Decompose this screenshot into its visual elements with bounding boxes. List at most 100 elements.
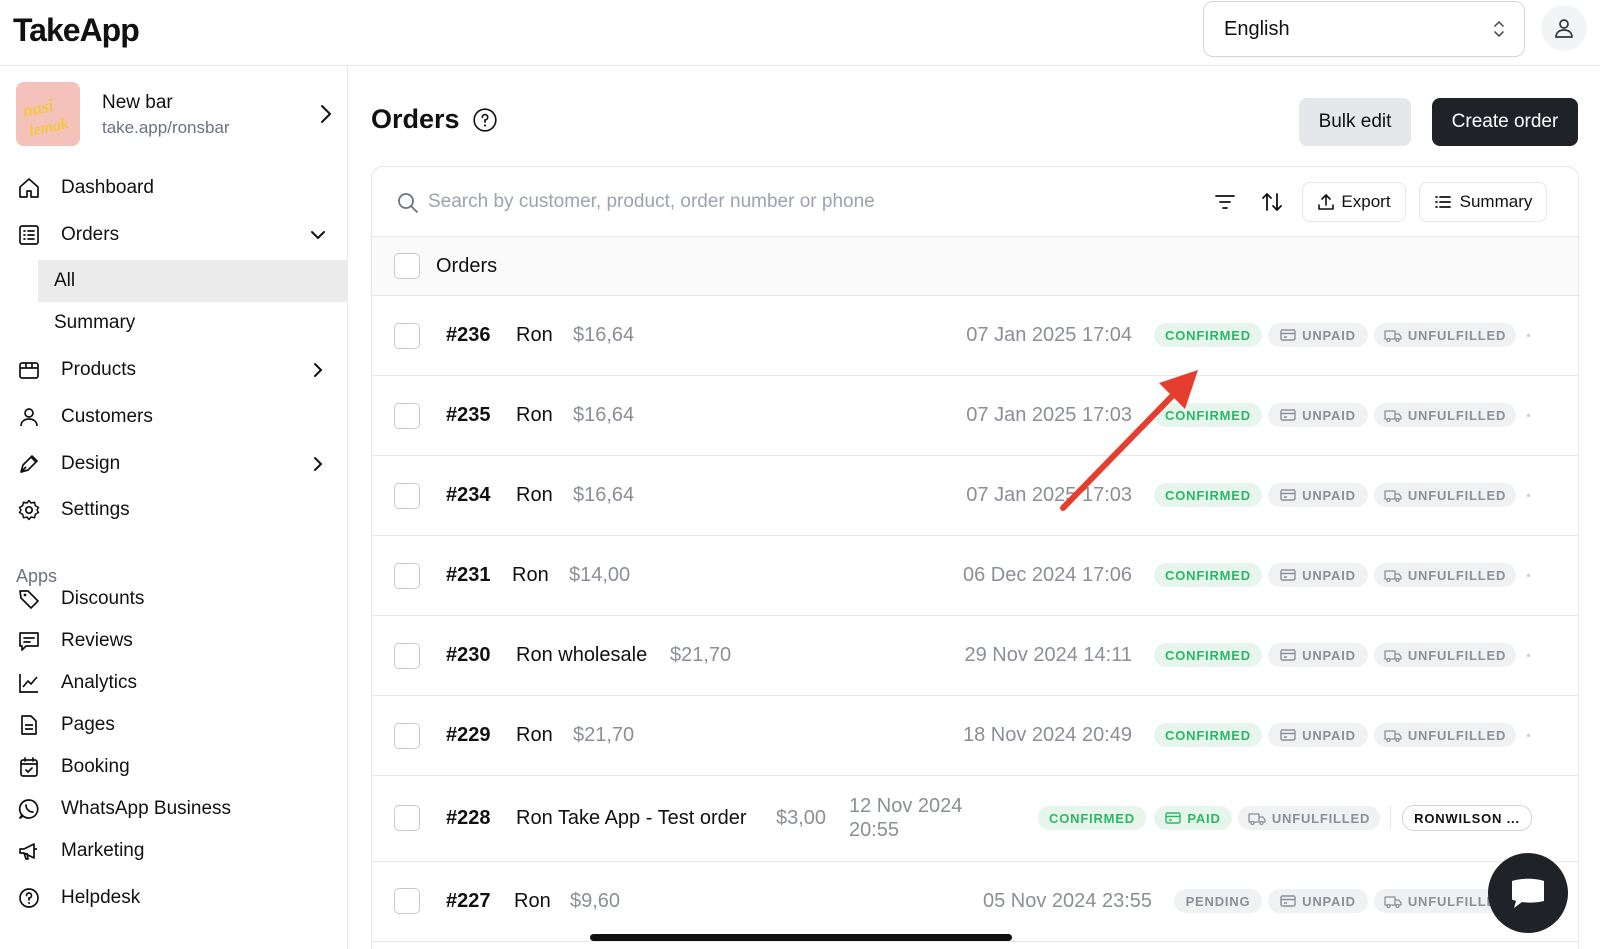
app-logo[interactable]: TakeApp	[13, 12, 140, 49]
sidebar-item-label: Settings	[61, 499, 130, 520]
table-row[interactable]: #228 Ron Take App - Test order $3,00 12 …	[372, 776, 1578, 862]
sidebar-item-design[interactable]: Design	[16, 444, 336, 484]
customer-tag-badge[interactable]: RONWILSON ...	[1402, 805, 1532, 831]
user-menu-button[interactable]	[1541, 5, 1587, 51]
order-number: #234	[446, 484, 491, 506]
row-checkbox[interactable]	[394, 563, 420, 589]
fulfillment-badge: UNFULFILLED	[1374, 403, 1516, 427]
select-all-checkbox[interactable]	[394, 253, 420, 279]
chevron-right-icon	[314, 457, 323, 471]
payment-label: UNPAID	[1302, 487, 1356, 503]
sidebar-item-dashboard[interactable]: Dashboard	[16, 168, 336, 208]
orders-card: Export Summary Orders #236 Ron $16,64 07…	[371, 166, 1579, 949]
truck-icon	[1384, 409, 1402, 422]
sidebar-item-orders[interactable]: Orders	[16, 215, 336, 255]
fulfillment-badge: UNFULFILLED	[1374, 723, 1516, 747]
row-checkbox[interactable]	[394, 805, 420, 831]
order-number: #231	[446, 564, 491, 586]
table-row[interactable]: #230 Ron wholesale $21,70 29 Nov 2024 14…	[372, 616, 1578, 696]
create-order-button[interactable]: Create order	[1432, 98, 1578, 146]
sidebar-subitem-summary[interactable]: Summary	[38, 302, 348, 344]
order-date: 07 Jan 2025 17:03	[966, 484, 1132, 506]
row-checkbox[interactable]	[394, 483, 420, 509]
chat-button[interactable]	[1488, 853, 1568, 933]
sidebar-item-label: WhatsApp Business	[61, 798, 232, 819]
store-switcher[interactable]: nasi lemak New bar take.app/ronsbar	[16, 82, 336, 148]
payment-label: UNPAID	[1302, 327, 1356, 343]
sidebar-item-reviews[interactable]: Reviews	[16, 621, 336, 661]
status-badge: PENDING	[1174, 889, 1262, 913]
export-label: Export	[1341, 192, 1391, 211]
sidebar-subitem-label: Summary	[54, 312, 136, 333]
payment-label: UNPAID	[1302, 407, 1356, 423]
status-badge: CONFIRMED	[1154, 723, 1262, 747]
row-checkbox[interactable]	[394, 403, 420, 429]
language-select[interactable]: English	[1203, 1, 1525, 57]
sidebar-item-settings[interactable]: Settings	[16, 490, 336, 530]
customer-name: Ron	[512, 564, 549, 586]
sidebar: nasi lemak New bar take.app/ronsbar Dashb…	[0, 66, 348, 949]
sidebar-item-booking[interactable]: Booking	[16, 747, 336, 787]
fulfillment-badge: UNFULFILLED	[1374, 483, 1516, 507]
table-row[interactable]: #235 Ron $16,64 07 Jan 2025 17:03 CONFIR…	[372, 376, 1578, 456]
table-row[interactable]: #229 Ron $21,70 18 Nov 2024 20:49 CONFIR…	[372, 696, 1578, 776]
filter-icon[interactable]	[1212, 189, 1238, 215]
payment-badge: UNPAID	[1268, 403, 1368, 427]
fulfillment-label: UNFULFILLED	[1407, 647, 1507, 663]
sidebar-item-customers[interactable]: Customers	[16, 397, 336, 437]
truck-icon	[1248, 812, 1266, 825]
table-row[interactable]: #231 Ron $14,00 06 Dec 2024 17:06 CONFIR…	[372, 536, 1578, 616]
payment-label: UNPAID	[1302, 893, 1356, 909]
truck-icon	[1384, 895, 1402, 908]
row-more-dot	[1527, 414, 1530, 417]
payment-badge: UNPAID	[1268, 723, 1368, 747]
customer-name: Ron	[516, 724, 553, 746]
order-price: $14,00	[569, 564, 631, 586]
sidebar-item-label: Products	[61, 359, 136, 380]
payment-label: PAID	[1187, 810, 1221, 826]
row-checkbox[interactable]	[394, 888, 420, 914]
fulfillment-badge: UNFULFILLED	[1374, 323, 1516, 347]
sidebar-item-products[interactable]: Products	[16, 350, 336, 390]
store-logo-image: nasilemak	[16, 82, 80, 146]
sidebar-item-marketing[interactable]: Marketing	[16, 831, 336, 871]
sidebar-item-discounts[interactable]: Discounts	[16, 579, 336, 619]
customer-name: Ron	[516, 484, 553, 506]
summary-button[interactable]: Summary	[1419, 182, 1547, 222]
table-row[interactable]: #227 Ron $9,60 05 Nov 2024 23:55 PENDING…	[372, 862, 1578, 942]
order-date: 05 Nov 2024 23:55	[982, 890, 1152, 912]
order-date: 07 Jan 2025 17:03	[966, 404, 1132, 426]
sidebar-subitem-all[interactable]: All	[38, 260, 348, 302]
sidebar-item-label: Reviews	[61, 630, 133, 651]
sidebar-item-whatsapp-business[interactable]: WhatsApp Business	[16, 789, 336, 829]
sidebar-item-label: Customers	[61, 406, 153, 427]
fulfillment-label: UNFULFILLED	[1271, 810, 1371, 826]
order-date: 29 Nov 2024 14:11	[964, 644, 1132, 666]
table-row[interactable]: #234 Ron $16,64 07 Jan 2025 17:03 CONFIR…	[372, 456, 1578, 536]
whatsapp-icon	[16, 796, 42, 822]
order-price: $3,00	[776, 807, 827, 829]
row-checkbox[interactable]	[394, 323, 420, 349]
table-row[interactable]: #236 Ron $16,64 07 Jan 2025 17:04 CONFIR…	[372, 296, 1578, 376]
order-price: $16,64	[573, 404, 635, 426]
row-more-dot	[1527, 734, 1530, 737]
fulfillment-label: UNFULFILLED	[1407, 407, 1507, 423]
row-checkbox[interactable]	[394, 643, 420, 669]
card-icon	[1165, 812, 1182, 824]
bulk-edit-button[interactable]: Bulk edit	[1299, 98, 1411, 146]
order-date-line1: 12 Nov 2024	[849, 795, 963, 817]
card-icon	[1280, 649, 1296, 661]
row-checkbox[interactable]	[394, 723, 420, 749]
truck-icon	[1384, 489, 1402, 502]
order-price: $21,70	[670, 644, 732, 666]
search-input[interactable]	[428, 185, 1188, 219]
export-button[interactable]: Export	[1302, 182, 1406, 222]
sidebar-item-analytics[interactable]: Analytics	[16, 663, 336, 703]
chevron-down-icon	[311, 231, 325, 240]
help-circle-icon[interactable]	[472, 107, 498, 133]
sidebar-item-pages[interactable]: Pages	[16, 705, 336, 745]
sidebar-item-label: Design	[61, 453, 121, 474]
sidebar-item-helpdesk[interactable]: Helpdesk	[16, 878, 336, 918]
payment-badge: UNPAID	[1268, 483, 1368, 507]
sort-icon[interactable]	[1259, 189, 1285, 215]
